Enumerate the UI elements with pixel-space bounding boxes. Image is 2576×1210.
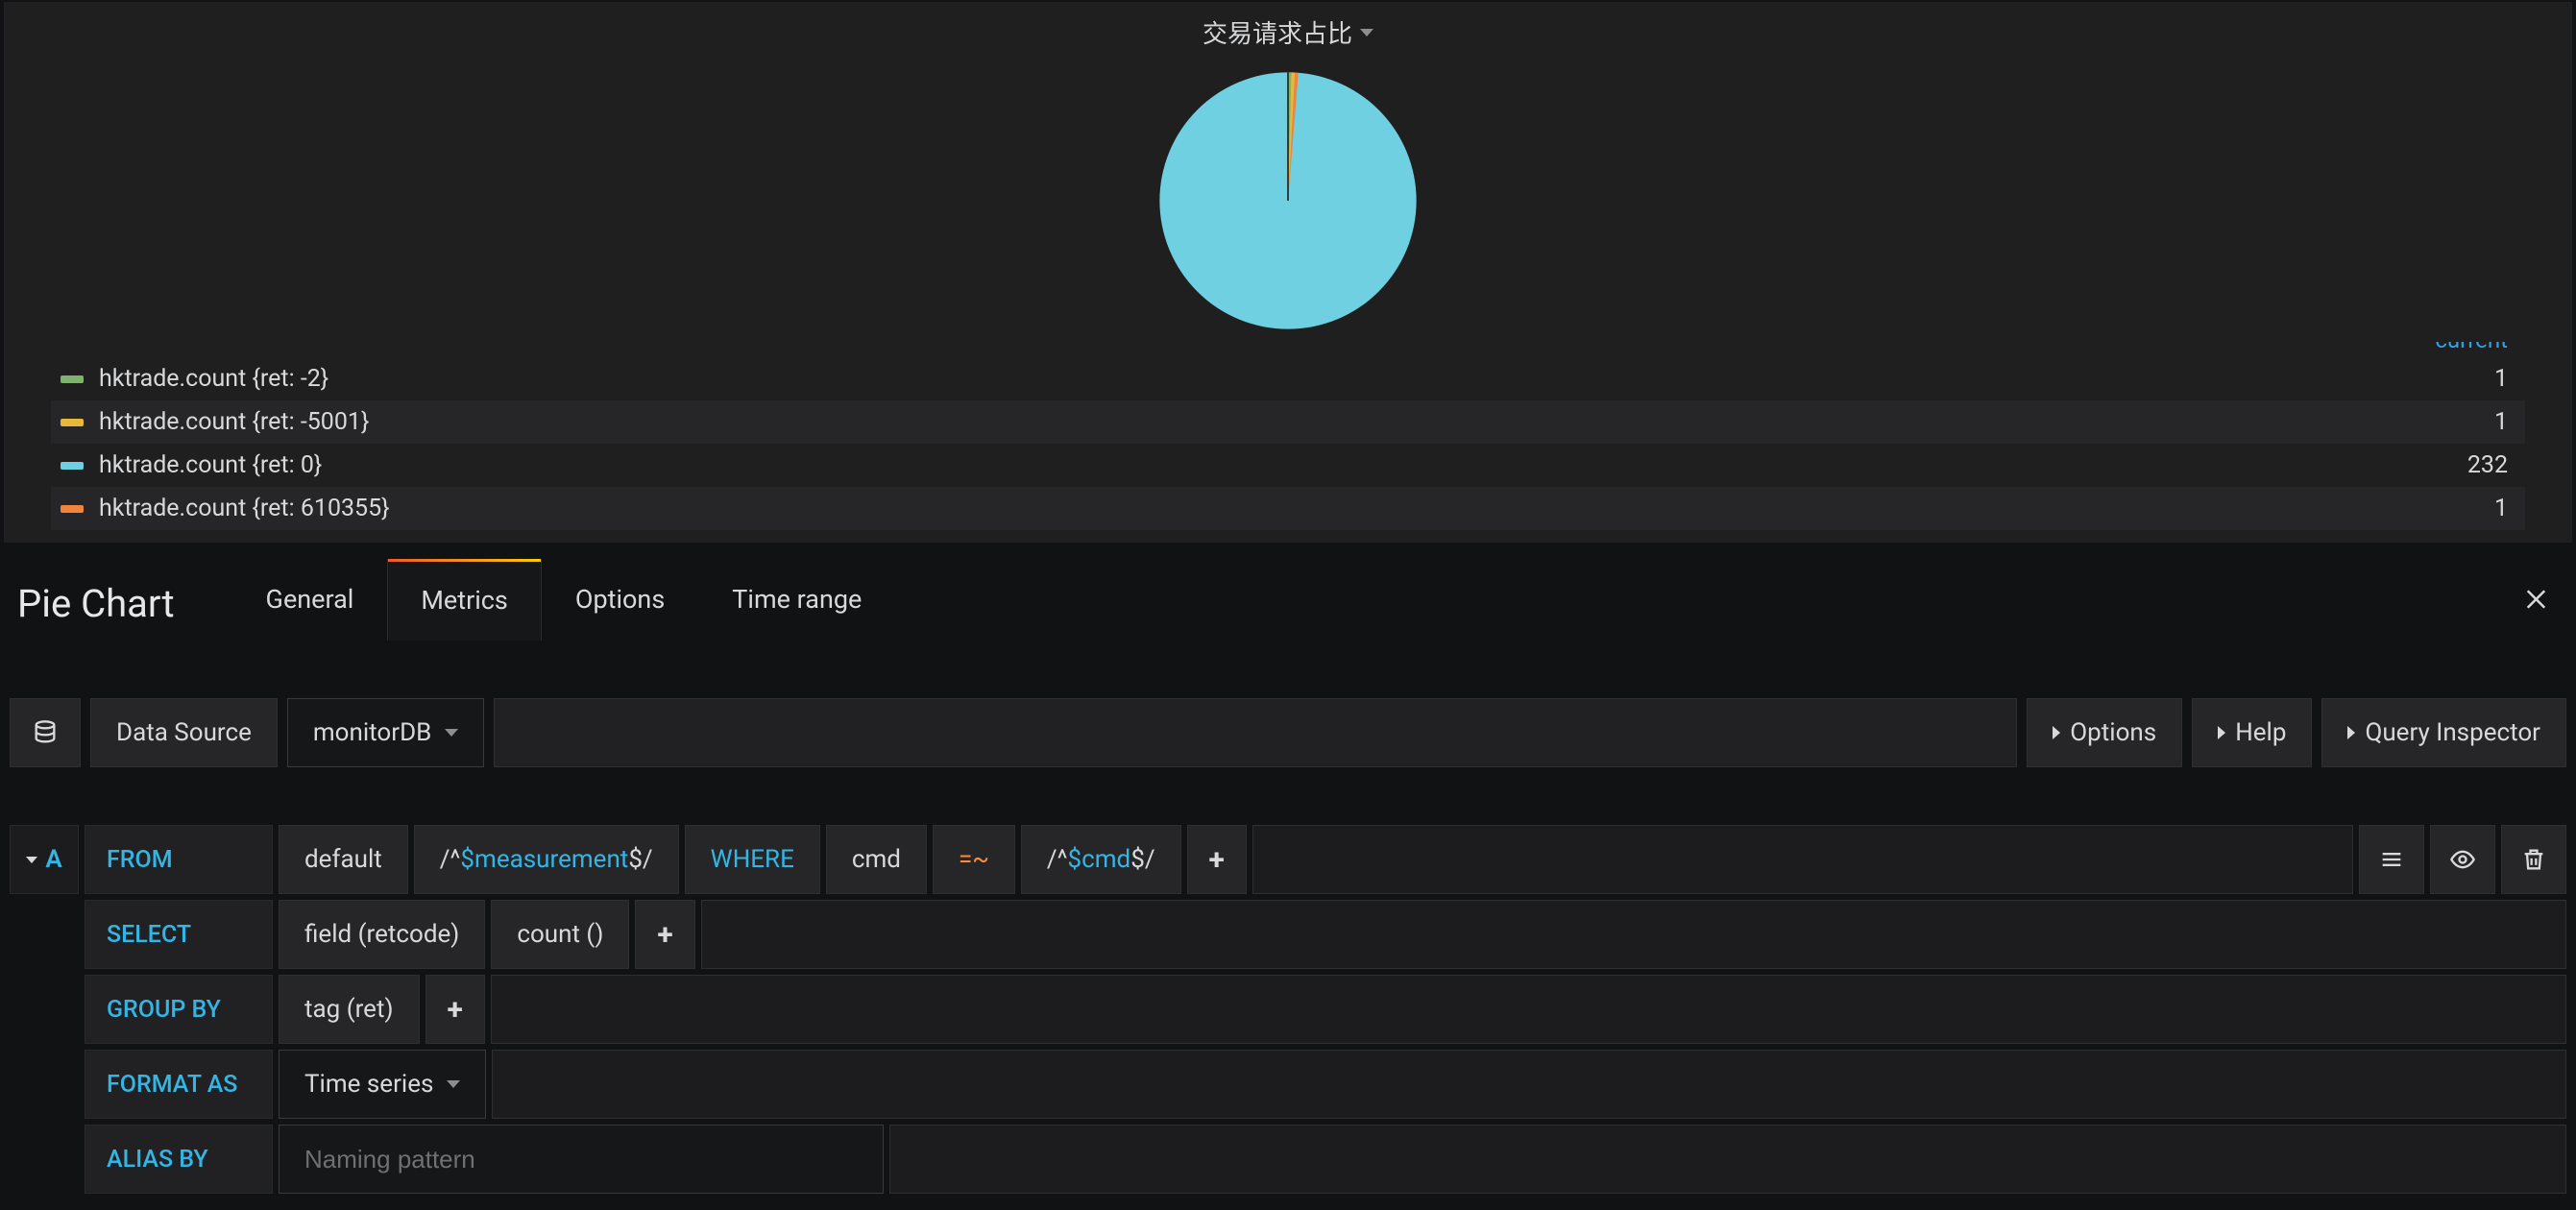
- alias-input[interactable]: [304, 1145, 858, 1174]
- legend-label: hktrade.count {ret: -5001}: [99, 408, 2450, 436]
- select-label: SELECT: [85, 900, 273, 969]
- legend-row[interactable]: hktrade.count {ret: -2}1: [51, 357, 2525, 400]
- select-field[interactable]: field (retcode): [279, 900, 485, 969]
- query-inspector-label: Query Inspector: [2365, 718, 2540, 747]
- from-policy[interactable]: default: [279, 825, 408, 894]
- editor-tabs: GeneralMetricsOptionsTime range: [232, 566, 896, 641]
- legend-value: 232: [2450, 451, 2508, 479]
- legend-swatch: [61, 505, 84, 513]
- panel-title: 交易请求占比: [1203, 14, 1352, 50]
- tab-general[interactable]: General: [232, 558, 388, 641]
- query-menu-button[interactable]: [2359, 825, 2424, 894]
- caret-right-icon: [2218, 726, 2225, 739]
- legend-value: 1: [2450, 495, 2508, 522]
- legend-swatch: [61, 419, 84, 426]
- legend-label: hktrade.count {ret: -2}: [99, 365, 2450, 393]
- alias-label: ALIAS BY: [85, 1125, 273, 1194]
- format-value: Time series: [304, 1070, 433, 1099]
- row-fill: [492, 1050, 2566, 1119]
- query-row-from: A FROM default /^$measurement$/ WHERE cm…: [10, 825, 2566, 894]
- datasource-spacer: [494, 698, 2017, 767]
- tab-metrics[interactable]: Metrics: [387, 559, 542, 641]
- close-editor-button[interactable]: [2516, 567, 2557, 640]
- format-picker[interactable]: Time series: [279, 1050, 486, 1119]
- legend-swatch: [61, 375, 84, 383]
- datasource-picker[interactable]: monitorDB: [287, 698, 484, 767]
- panel-title-bar[interactable]: 交易请求占比: [12, 9, 2564, 54]
- query-options-label: Options: [2070, 718, 2156, 747]
- database-icon: [32, 719, 59, 746]
- where-tag-value[interactable]: /^$cmd$/: [1021, 825, 1181, 894]
- datasource-row: Data Source monitorDB Options Help Query…: [10, 698, 2566, 767]
- row-fill: [701, 900, 2566, 969]
- panel-editor-header: Pie Chart GeneralMetricsOptionsTime rang…: [0, 543, 2576, 641]
- where-add-button[interactable]: +: [1187, 825, 1247, 894]
- query-row-select: SELECT field (retcode) count () +: [85, 900, 2566, 969]
- query-remove-button[interactable]: [2501, 825, 2566, 894]
- chevron-down-icon: [447, 1080, 460, 1088]
- legend-row[interactable]: hktrade.count {ret: 0}232: [51, 444, 2525, 487]
- datasource-icon-box: [10, 698, 81, 767]
- trash-icon: [2520, 846, 2547, 873]
- query-row-alias: ALIAS BY: [85, 1125, 2566, 1194]
- row-fill: [491, 975, 2566, 1044]
- legend-value: 1: [2450, 365, 2508, 393]
- query-a-block: A FROM default /^$measurement$/ WHERE cm…: [10, 825, 2566, 1194]
- pie-svg: [1158, 71, 1418, 330]
- tab-options[interactable]: Options: [542, 558, 698, 641]
- select-add-button[interactable]: +: [635, 900, 694, 969]
- groupby-label: GROUP BY: [85, 975, 273, 1044]
- legend-value: 1: [2450, 408, 2508, 436]
- groupby-add-button[interactable]: +: [425, 975, 485, 1044]
- query-toggle-collapse[interactable]: A: [10, 825, 79, 894]
- menu-icon: [2378, 846, 2405, 873]
- query-toggle-visibility-button[interactable]: [2430, 825, 2495, 894]
- where-label: WHERE: [685, 825, 820, 894]
- legend-swatch: [61, 462, 84, 470]
- eye-icon: [2449, 846, 2476, 873]
- query-help-button[interactable]: Help: [2192, 698, 2312, 767]
- where-tag-key[interactable]: cmd: [826, 825, 927, 894]
- panel-type-title: Pie Chart: [17, 581, 175, 626]
- chevron-down-icon: [1360, 29, 1373, 36]
- caret-right-icon: [2347, 726, 2355, 739]
- caret-right-icon: [2053, 726, 2060, 739]
- query-help-label: Help: [2235, 718, 2286, 747]
- from-measurement[interactable]: /^$measurement$/: [414, 825, 679, 894]
- legend-header-current[interactable]: current: [51, 342, 2525, 357]
- legend-label: hktrade.count {ret: 0}: [99, 451, 2450, 479]
- panel-container: 交易请求占比 current hktrade.count {ret: -2}1h…: [4, 2, 2572, 543]
- tab-time-range[interactable]: Time range: [698, 558, 895, 641]
- legend-table: current hktrade.count {ret: -2}1hktrade.…: [51, 342, 2525, 530]
- legend-row[interactable]: hktrade.count {ret: -5001}1: [51, 400, 2525, 444]
- legend-row[interactable]: hktrade.count {ret: 610355}1: [51, 487, 2525, 530]
- format-label: FORMAT AS: [85, 1050, 273, 1119]
- row-fill: [1252, 825, 2353, 894]
- chevron-down-icon: [26, 857, 37, 863]
- select-func[interactable]: count (): [491, 900, 629, 969]
- query-row-groupby: GROUP BY tag (ret) +: [85, 975, 2566, 1044]
- alias-input-wrap: [279, 1125, 884, 1194]
- groupby-tag[interactable]: tag (ret): [279, 975, 420, 1044]
- query-letter: A: [45, 845, 61, 874]
- query-inspector-button[interactable]: Query Inspector: [2321, 698, 2566, 767]
- datasource-label: Data Source: [90, 698, 278, 767]
- chevron-down-icon: [445, 729, 458, 737]
- where-operator[interactable]: =~: [933, 825, 1015, 894]
- legend-label: hktrade.count {ret: 610355}: [99, 495, 2450, 522]
- from-label: FROM: [85, 825, 273, 894]
- row-fill: [889, 1125, 2566, 1194]
- pie-chart: [12, 54, 2564, 336]
- query-row-format: FORMAT AS Time series: [85, 1050, 2566, 1119]
- close-icon: [2522, 585, 2551, 614]
- query-options-button[interactable]: Options: [2027, 698, 2182, 767]
- datasource-selected: monitorDB: [313, 718, 431, 747]
